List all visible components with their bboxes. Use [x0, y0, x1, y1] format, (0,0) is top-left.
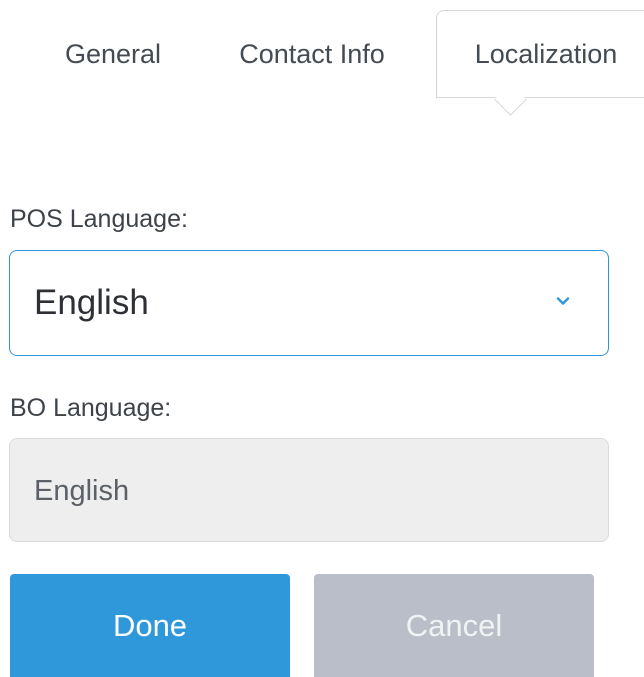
chevron-down-icon [556, 297, 570, 305]
tab-bar: General Contact Info Localization [0, 10, 644, 116]
tab-general[interactable]: General [48, 10, 178, 98]
done-button[interactable]: Done [10, 574, 290, 677]
tab-underline [519, 97, 644, 98]
cancel-button-label: Cancel [405, 607, 503, 643]
pos-language-select[interactable]: English [9, 250, 609, 356]
tab-general-label: General [64, 38, 162, 69]
done-button-label: Done [112, 607, 188, 643]
tab-contact-info-label: Contact Info [239, 38, 385, 69]
tab-contact-info[interactable]: Contact Info [222, 10, 402, 98]
pos-language-label: POS Language: [10, 205, 188, 233]
bo-language-value: English [34, 475, 130, 507]
tab-localization-label: Localization [474, 39, 618, 69]
pos-language-value: English [34, 283, 149, 322]
tab-localization[interactable]: Localization [436, 10, 644, 98]
bo-language-field: English [9, 438, 609, 542]
bo-language-label: BO Language: [10, 394, 172, 422]
cancel-button[interactable]: Cancel [314, 574, 594, 677]
tab-underline [436, 97, 502, 98]
